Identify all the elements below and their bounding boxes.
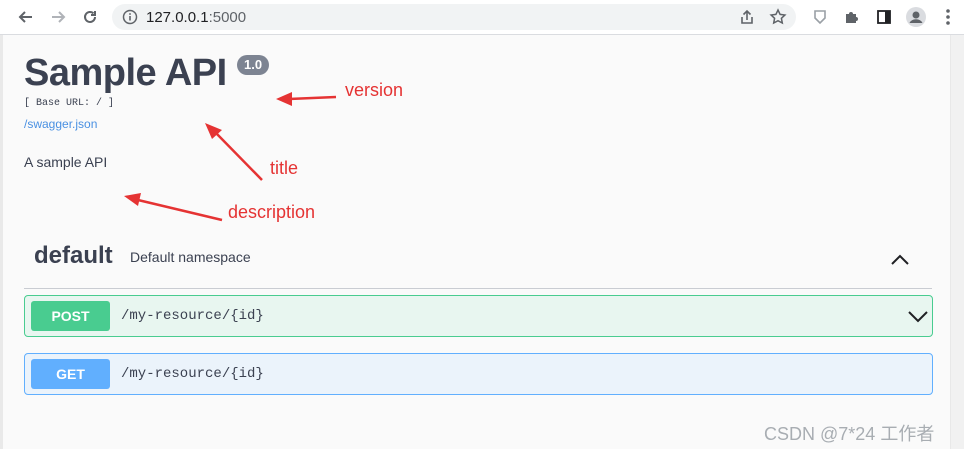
extension-shield-icon[interactable] — [808, 5, 832, 29]
version-annotation: version — [345, 80, 404, 100]
version-badge: 1.0 — [237, 55, 270, 75]
url-text: 127.0.0.1:5000 — [146, 9, 246, 26]
base-url: [ Base URL: / ] — [24, 98, 115, 109]
chevron-down-icon[interactable] — [906, 304, 930, 328]
api-description: A sample API — [24, 154, 108, 170]
operation-path: /my-resource/{id} — [121, 308, 264, 324]
share-icon[interactable] — [738, 8, 756, 31]
namespace-description: Default namespace — [130, 249, 251, 265]
api-title: Sample API — [24, 52, 227, 94]
operation-get[interactable]: GET /my-resource/{id} — [24, 353, 933, 395]
bookmark-star-icon[interactable] — [769, 8, 787, 31]
method-badge-post: POST — [31, 301, 110, 331]
left-edge — [0, 35, 3, 449]
browser-toolbar: 127.0.0.1:5000 — [0, 0, 964, 35]
operation-path: /my-resource/{id} — [121, 366, 264, 382]
namespace-section[interactable]: default Default namespace — [24, 238, 932, 289]
extensions-puzzle-icon[interactable] — [840, 5, 864, 29]
url-port: :5000 — [208, 9, 247, 26]
back-icon[interactable] — [14, 5, 38, 29]
forward-icon[interactable] — [46, 5, 70, 29]
operation-post[interactable]: POST /my-resource/{id} — [24, 295, 933, 337]
title-annotation: title — [270, 158, 299, 178]
address-bar[interactable]: 127.0.0.1:5000 — [112, 4, 796, 30]
reload-icon[interactable] — [78, 5, 102, 29]
profile-avatar-icon[interactable] — [904, 5, 928, 29]
chevron-up-icon[interactable] — [888, 248, 912, 272]
swagger-json-link[interactable]: /swagger.json — [24, 117, 97, 131]
site-info-icon[interactable] — [122, 9, 138, 30]
side-panel-icon[interactable] — [872, 5, 896, 29]
description-annotation: description — [228, 202, 316, 222]
watermark: CSDN @7*24 工作者 — [764, 424, 935, 444]
namespace-name: default — [34, 242, 113, 269]
method-badge-get: GET — [31, 359, 110, 389]
scrollbar[interactable] — [950, 35, 964, 449]
url-host: 127.0.0.1 — [146, 9, 209, 26]
browser-menu-icon[interactable] — [936, 5, 960, 29]
